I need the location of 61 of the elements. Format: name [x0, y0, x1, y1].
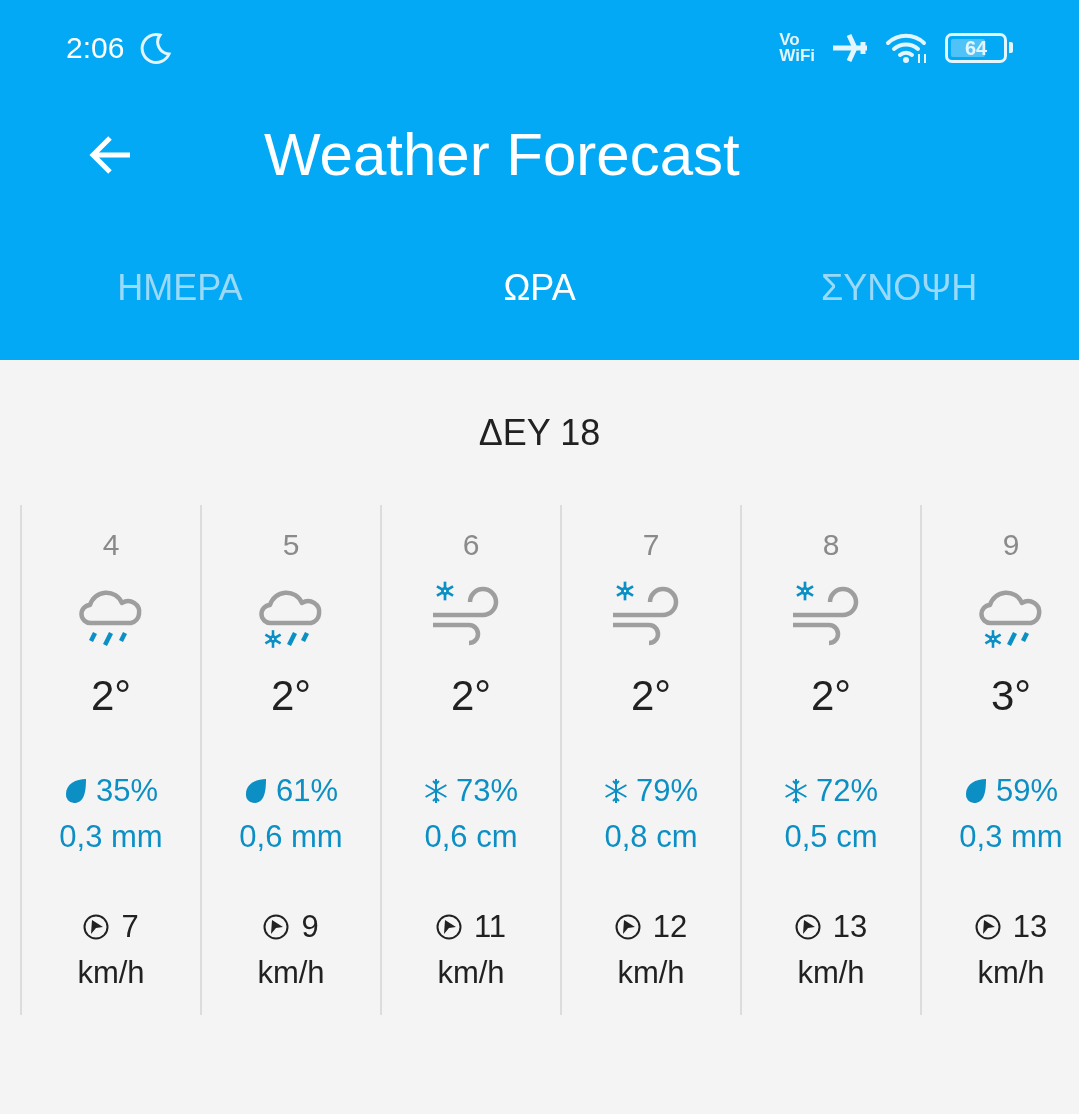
temperature: 3° [990, 671, 1032, 721]
wind-unit: km/h [77, 954, 145, 992]
precipitation-amount: 0,5 cm [784, 818, 878, 856]
precipitation-chance: 59% [995, 772, 1058, 810]
wind-speed: 9 [301, 908, 319, 946]
hour-label: 9 [1002, 527, 1020, 563]
hour-label: 7 [642, 527, 660, 563]
wind-unit: km/h [797, 954, 865, 992]
temperature: 2° [270, 671, 312, 721]
tab[interactable]: ΗΜΕΡΑ [0, 215, 360, 360]
wind-speed: 13 [1012, 908, 1048, 946]
temperature: 2° [450, 671, 492, 721]
precipitation-chance: 61% [275, 772, 338, 810]
hour-label: 5 [282, 527, 300, 563]
wind-unit: km/h [257, 954, 325, 992]
wind-speed: 7 [121, 908, 139, 946]
wind-unit: km/h [437, 954, 505, 992]
wifi-icon [885, 31, 929, 64]
tab[interactable]: ΣΥΝΟΨΗ [719, 215, 1079, 360]
battery-indicator: 64 [945, 32, 1007, 63]
wind-direction-icon [614, 914, 641, 940]
precipitation-amount: 0,8 cm [604, 818, 698, 856]
wind-direction-icon [974, 914, 1001, 940]
moon-icon [140, 31, 173, 64]
temperature: 2° [810, 671, 852, 721]
network-label: Vo [779, 31, 801, 48]
snowflake-icon [423, 778, 448, 804]
hour-label: 8 [822, 527, 840, 563]
toolbar-title: Weather Forecast [264, 120, 740, 190]
wind-direction-icon [263, 914, 290, 940]
date-heading: ΔΕΥ 18 [478, 410, 601, 455]
precipitation-amount: 0,3 mm [59, 818, 163, 856]
airplane-icon [831, 32, 869, 63]
wind-speed: 12 [652, 908, 688, 946]
wind-unit: km/h [977, 954, 1045, 992]
temperature: 2° [630, 671, 672, 721]
wind-direction-icon [83, 914, 110, 940]
wind-unit: km/h [617, 954, 685, 992]
wind-direction-icon [794, 914, 821, 940]
precipitation-chance: 79% [635, 772, 698, 810]
precipitation-chance: 35% [95, 772, 158, 810]
wind-speed: 13 [832, 908, 868, 946]
network-label: WiFi [779, 47, 815, 64]
temperature: 2° [90, 671, 132, 721]
wind-direction-icon [435, 914, 462, 940]
tab[interactable]: ΩΡΑ [359, 215, 720, 360]
raindrop-icon [63, 778, 88, 804]
precipitation-amount: 0,3 mm [959, 818, 1063, 856]
precipitation-chance: 72% [815, 772, 878, 810]
precipitation-amount: 0,6 mm [239, 818, 343, 856]
snowflake-icon [603, 778, 628, 804]
wind-speed: 11 [473, 908, 507, 946]
snowflake-icon [783, 778, 808, 804]
hour-label: 4 [102, 527, 120, 563]
hour-label: 6 [462, 527, 480, 563]
precipitation-amount: 0,6 cm [424, 818, 518, 856]
precipitation-chance: 73% [455, 772, 518, 810]
back-arrow-icon [88, 135, 132, 175]
raindrop-icon [963, 778, 988, 804]
status-time: 2:06 [66, 30, 125, 66]
raindrop-icon [243, 778, 268, 804]
